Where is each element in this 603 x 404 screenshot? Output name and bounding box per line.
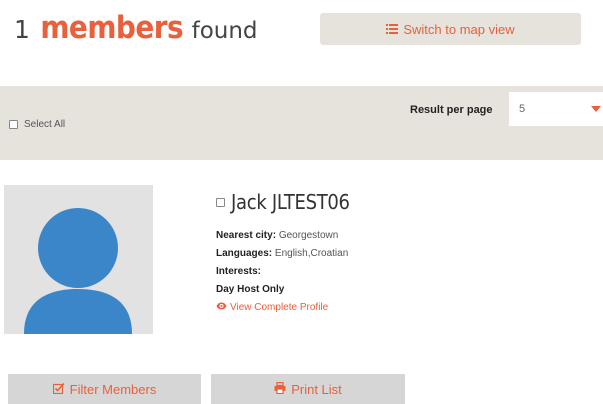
- member-name[interactable]: Jack JLTEST06: [231, 190, 350, 214]
- member-details: Nearest city: Georgestown Languages: Eng…: [216, 227, 348, 317]
- interests-row: Interests:: [216, 263, 348, 281]
- nearest-city-label: Nearest city:: [216, 230, 277, 241]
- nearest-city-value: Georgestown: [278, 230, 339, 241]
- eye-icon: [216, 299, 227, 317]
- result-per-page-value: 5: [519, 103, 526, 115]
- languages-value: English,Croatian: [274, 248, 349, 259]
- caret-down-icon: [591, 106, 601, 112]
- results-count: 1: [14, 15, 30, 44]
- languages-row: Languages: English,Croatian: [216, 245, 348, 263]
- printer-icon: [274, 381, 286, 397]
- view-complete-profile-link[interactable]: View Complete Profile: [216, 299, 328, 317]
- list-icon: [386, 22, 399, 37]
- member-select-checkbox[interactable]: [216, 197, 225, 207]
- switch-to-map-view-label: Switch to map view: [403, 21, 515, 37]
- result-per-page-select[interactable]: 5: [509, 92, 603, 126]
- print-list-button[interactable]: Print List: [211, 374, 405, 404]
- filter-members-label: Filter Members: [69, 381, 157, 397]
- day-host-row: Day Host Only: [216, 281, 348, 299]
- select-all[interactable]: Select All: [9, 119, 65, 130]
- member-name-row: Jack JLTEST06: [216, 190, 350, 214]
- view-profile-row: View Complete Profile: [216, 299, 348, 317]
- user-silhouette-icon: [24, 208, 132, 334]
- view-complete-profile-label: View Complete Profile: [230, 302, 329, 313]
- switch-to-map-view-button[interactable]: Switch to map view: [320, 13, 581, 45]
- checkbox-edit-icon: [52, 382, 65, 397]
- print-list-label: Print List: [291, 381, 342, 397]
- languages-label: Languages:: [216, 248, 273, 259]
- result-per-page-label: Result per page: [410, 104, 493, 116]
- nearest-city-row: Nearest city: Georgestown: [216, 227, 348, 245]
- results-members-word: members: [40, 10, 184, 46]
- member-avatar[interactable]: [4, 185, 153, 334]
- select-all-checkbox[interactable]: [9, 120, 18, 129]
- interests-label: Interests:: [216, 266, 262, 277]
- select-all-label: Select All: [24, 119, 66, 130]
- results-found-word: found: [191, 18, 258, 44]
- results-heading: 1 members found: [14, 10, 258, 46]
- day-host-label: Day Host Only: [216, 284, 285, 295]
- filter-members-button[interactable]: Filter Members: [8, 374, 201, 404]
